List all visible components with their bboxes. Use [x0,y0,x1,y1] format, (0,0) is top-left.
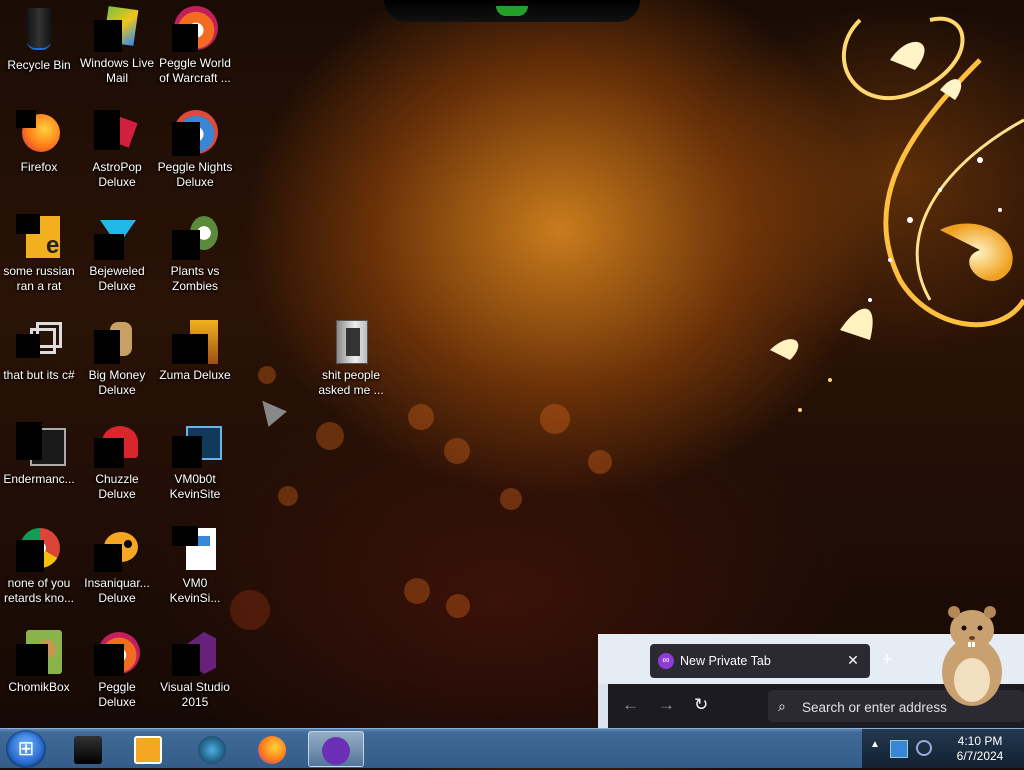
taskbar-item-media-player[interactable] [120,731,176,767]
firefox-icon [16,110,62,156]
forward-icon[interactable]: → [658,696,675,714]
clock-time: 4:10 PM [957,734,1003,748]
icon-label: Peggle Nights Deluxe [157,160,233,189]
mouse-cursor [253,393,287,427]
icon-label: some russian ran a rat [3,264,75,293]
folder-icon [328,318,374,364]
vm-app-icon [172,422,222,468]
taskbar: ⊞ ▲ 4:10 PM 6/7/2024 [0,728,1024,768]
desktop-icon-recycle-bin[interactable]: Recycle Bin [0,6,78,73]
document-icon [172,526,218,572]
new-tab-icon[interactable]: + [882,650,893,668]
window-app-icon [16,422,66,468]
wallpaper-top-notch [384,0,640,22]
reload-icon[interactable]: ↻ [694,696,708,714]
recycle-bin-icon [16,8,62,54]
tab-title: New Private Tab [680,654,771,668]
windows-orb-icon: ⊞ [17,738,35,760]
icon-label: shit people asked me ... [318,368,384,397]
icon-label: Bejeweled Deluxe [89,264,145,293]
bejeweled-icon [94,214,140,260]
big-money-icon [94,318,140,364]
chuzzle-icon [94,422,140,468]
desktop-icon-that-but-its-c[interactable]: that but its c# [0,318,78,383]
tab-new-private-tab[interactable]: ∞ New Private Tab ✕ [650,644,870,678]
desktop-icon-bejeweled-deluxe[interactable]: Bejeweled Deluxe [78,214,156,294]
desktop-icon-vm0b0t-kevinsite[interactable]: VM0b0t KevinSite [156,422,234,502]
chomikbox-icon [16,630,62,676]
desktop-icon-endermanc[interactable]: Endermanc... [0,422,78,487]
globe-app-icon [198,736,226,764]
icon-label: Firefox [20,160,58,174]
taskbar-item-firefox-private[interactable] [308,731,364,767]
icon-label: ChomikBox [8,680,70,694]
desktop: Recycle Bin Firefox e some russian ran a… [0,0,1024,728]
desktop-icon-none-of-you[interactable]: none of you retards kno... [0,526,78,606]
peggle-nights-icon [172,110,218,156]
desktop-icon-big-money-deluxe[interactable]: Big Money Deluxe [78,318,156,398]
icon-label: Endermanc... [3,472,75,486]
copy-windows-icon [16,318,62,364]
icon-label: VM0b0t KevinSite [169,472,221,501]
desktop-icon-windows-live-mail[interactable]: Windows Live Mail [78,6,156,86]
monitor-tray-icon[interactable] [890,740,908,758]
magnifier-icon: ⌕ [778,698,786,714]
mail-icon [94,6,140,52]
desktop-icon-chomikbox[interactable]: ChomikBox [0,630,78,695]
desktop-icon-shit-people-asked-me[interactable]: shit people asked me ... [312,318,390,398]
firefox-icon [258,736,286,764]
peggle-icon [94,630,140,676]
tray-expand-icon[interactable]: ▲ [870,739,880,750]
desktop-icon-zuma-deluxe[interactable]: Zuma Deluxe [156,318,234,383]
plants-vs-zombies-icon [172,214,218,260]
desktop-icon-chuzzle-deluxe[interactable]: Chuzzle Deluxe [78,422,156,502]
icon-label: AstroPop Deluxe [92,160,142,189]
desktop-icon-peggle-deluxe[interactable]: Peggle Deluxe [78,630,156,710]
desktop-icon-vm0-kevinsi[interactable]: VM0 KevinSi... [156,526,234,606]
start-button[interactable]: ⊞ [6,730,46,768]
clock-date: 6/7/2024 [956,749,1004,763]
icon-label: Insaniquar... Deluxe [84,576,150,605]
desktop-icon-peggle-nights-deluxe[interactable]: Peggle Nights Deluxe [156,110,234,190]
icon-label: none of you retards kno... [3,576,75,605]
icon-label: that but its c# [3,368,75,382]
visual-studio-icon [172,630,218,676]
peggle-wow-icon [172,6,218,52]
network-tray-icon[interactable] [916,740,932,756]
clock[interactable]: 4:10 PM 6/7/2024 [940,734,1020,764]
icon-label: Chuzzle Deluxe [95,472,139,501]
zuma-icon [172,318,218,364]
icon-label: Recycle Bin [7,58,71,72]
dark-app-icon [74,736,102,764]
chrome-icon [16,526,62,572]
taskbar-item-app1[interactable] [60,731,116,767]
private-browsing-icon [322,737,350,765]
wallpaper-swirl [770,16,1024,412]
desktop-icon-some-russian-ran-a-rat[interactable]: e some russian ran a rat [0,214,78,294]
desktop-icon-peggle-world-of-warcraft[interactable]: Peggle World of Warcraft ... [156,6,234,86]
taskbar-item-firefox[interactable] [244,731,300,767]
icon-label: Peggle World of Warcraft ... [159,56,231,85]
hamster-desktop-pet [942,606,1002,706]
icon-label: Windows Live Mail [79,56,155,85]
icon-label: Zuma Deluxe [159,368,231,382]
desktop-icon-insaniquarium-deluxe[interactable]: Insaniquar... Deluxe [78,526,156,606]
desktop-icon-plants-vs-zombies[interactable]: Plants vs Zombies [156,214,234,294]
desktop-icon-astropop-deluxe[interactable]: AstroPop Deluxe [78,110,156,190]
desktop-icon-firefox[interactable]: Firefox [0,110,78,175]
close-tab-icon[interactable]: ✕ [844,651,862,669]
icon-label: Peggle Deluxe [98,680,136,709]
icon-label: VM0 KevinSi... [169,576,221,605]
text-file-icon: e [16,214,62,260]
media-player-icon [134,736,162,764]
icon-label: Plants vs Zombies [170,264,220,293]
private-mask-icon: ∞ [658,653,674,669]
astropop-icon [94,110,140,156]
taskbar-item-app3[interactable] [184,731,240,767]
insaniquarium-icon [94,526,140,572]
desktop-icon-visual-studio-2015[interactable]: Visual Studio 2015 [156,630,234,710]
back-icon[interactable]: ← [622,696,639,714]
icon-label: Visual Studio 2015 [160,680,230,709]
icon-label: Big Money Deluxe [88,368,146,397]
